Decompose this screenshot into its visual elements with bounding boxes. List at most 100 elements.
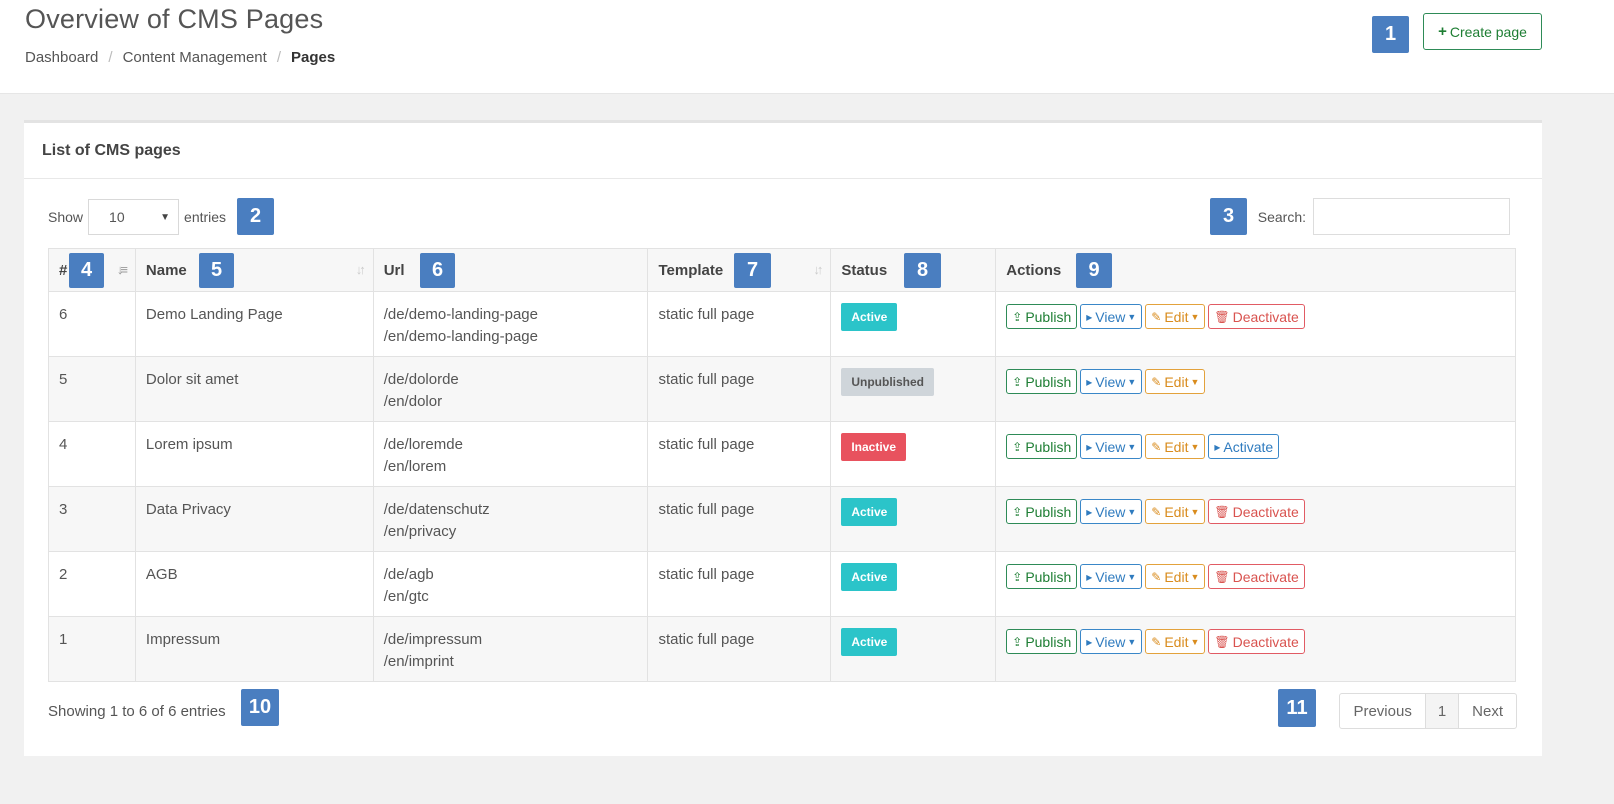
action-group: ⇪ Publish ▸ View ▼ ✎ Edit ▼ ▸ Activate	[1006, 434, 1505, 459]
callout-8: 8	[904, 253, 941, 288]
view-icon: ▸	[1086, 569, 1093, 584]
plus-icon: +	[1438, 23, 1447, 40]
edit-button[interactable]: ✎ Edit ▼	[1145, 369, 1206, 394]
caret-down-icon: ▼	[1190, 571, 1200, 582]
edit-button[interactable]: ✎ Edit ▼	[1145, 304, 1206, 329]
cell-status: Active	[830, 551, 997, 617]
edit-button[interactable]: ✎ Edit ▼	[1145, 434, 1206, 459]
cms-pages-panel: List of CMS pages Show 10 ▼ entries 2 3 …	[24, 120, 1542, 756]
publish-button[interactable]: ⇪ Publish	[1006, 629, 1078, 654]
callout-10: 10	[241, 689, 279, 726]
cell-name: Dolor sit amet	[134, 356, 374, 422]
publish-label: Publish	[1025, 438, 1072, 455]
column-header-name[interactable]: Name ↓↑	[134, 248, 374, 292]
cell-id: 6	[48, 291, 136, 357]
deactivate-button[interactable]: 🗑 Deactivate	[1208, 564, 1305, 589]
publish-icon: ⇪	[1012, 569, 1023, 584]
caret-down-icon: ▼	[1190, 441, 1200, 452]
caret-down-icon: ▼	[1127, 311, 1137, 322]
view-label: View	[1095, 633, 1126, 650]
deactivate-label: Deactivate	[1232, 633, 1299, 650]
action-group: ⇪ Publish ▸ View ▼ ✎ Edit ▼ 🗑 Deactivate	[1006, 499, 1505, 524]
edit-button[interactable]: ✎ Edit ▼	[1145, 499, 1206, 524]
cell-status: Unpublished	[830, 356, 997, 422]
pagination: Previous 1 Next	[1339, 693, 1517, 729]
pagination-next[interactable]: Next	[1459, 694, 1516, 728]
activate-label: Activate	[1223, 438, 1274, 455]
pagination-previous[interactable]: Previous	[1340, 694, 1424, 728]
column-header-url: Url	[372, 248, 649, 292]
edit-label: Edit	[1164, 633, 1189, 650]
view-label: View	[1095, 438, 1126, 455]
deactivate-button[interactable]: 🗑 Deactivate	[1208, 304, 1305, 329]
status-badge: Unpublished	[841, 368, 934, 396]
url-de: /de/loremde	[383, 436, 463, 453]
breadcrumb-content-management[interactable]: Content Management	[123, 49, 267, 66]
publish-button[interactable]: ⇪ Publish	[1006, 564, 1078, 589]
edit-icon: ✎	[1151, 504, 1162, 519]
pagination-page-1[interactable]: 1	[1424, 694, 1460, 728]
url-en: /en/gtc	[383, 588, 429, 605]
view-icon: ▸	[1086, 309, 1093, 324]
callout-5: 5	[199, 253, 234, 288]
create-page-button[interactable]: + Create page	[1423, 13, 1542, 50]
deactivate-label: Deactivate	[1232, 503, 1299, 520]
caret-down-icon: ▼	[1127, 441, 1137, 452]
table-row: 3 Data Privacy/de/datenschutz/en/privacy s…	[48, 486, 1516, 552]
deactivate-icon: 🗑	[1214, 634, 1230, 649]
cell-id: 4	[48, 421, 136, 487]
callout-2: 2	[237, 198, 274, 235]
cell-actions: ⇪ Publish ▸ View ▼ ✎ Edit ▼ 🗑 Deactivate	[995, 291, 1516, 357]
deactivate-button[interactable]: 🗑 Deactivate	[1208, 499, 1305, 524]
breadcrumb-dashboard[interactable]: Dashboard	[25, 49, 98, 66]
edit-label: Edit	[1164, 438, 1189, 455]
activate-button[interactable]: ▸ Activate	[1208, 434, 1280, 459]
search-input[interactable]	[1313, 198, 1510, 235]
cell-name: Impressum	[134, 616, 374, 682]
publish-button[interactable]: ⇪ Publish	[1006, 369, 1078, 394]
view-button[interactable]: ▸ View ▼	[1080, 304, 1143, 329]
table-row: 4 Lorem ipsum/de/loremde/en/lorem static f…	[48, 421, 1516, 487]
deactivate-button[interactable]: 🗑 Deactivate	[1208, 629, 1305, 654]
view-label: View	[1095, 308, 1126, 325]
publish-button[interactable]: ⇪ Publish	[1006, 304, 1078, 329]
show-label: Show	[48, 209, 84, 225]
view-button[interactable]: ▸ View ▼	[1080, 499, 1143, 524]
edit-label: Edit	[1164, 568, 1189, 585]
deactivate-icon: 🗑	[1214, 504, 1230, 519]
view-button[interactable]: ▸ View ▼	[1080, 434, 1143, 459]
publish-button[interactable]: ⇪ Publish	[1006, 434, 1078, 459]
cell-template: static full page	[647, 486, 832, 552]
entries-label: entries	[184, 209, 227, 225]
cell-actions: ⇪ Publish ▸ View ▼ ✎ Edit ▼ ▸ Activate	[995, 421, 1516, 487]
url-de: /de/dolorde	[383, 371, 459, 388]
sort-icon: ↓↑	[813, 262, 823, 277]
view-button[interactable]: ▸ View ▼	[1080, 629, 1143, 654]
callout-4: 4	[69, 253, 104, 288]
entries-length-select[interactable]: 10 ▼	[88, 199, 180, 235]
edit-icon: ✎	[1151, 309, 1162, 324]
publish-label: Publish	[1025, 373, 1072, 390]
cell-name: AGB	[134, 551, 374, 617]
sort-icon: ↓↑	[355, 262, 366, 277]
view-button[interactable]: ▸ View ▼	[1080, 369, 1143, 394]
view-button[interactable]: ▸ View ▼	[1080, 564, 1143, 589]
callout-7: 7	[734, 253, 771, 288]
publish-button[interactable]: ⇪ Publish	[1006, 499, 1078, 524]
action-group: ⇪ Publish ▸ View ▼ ✎ Edit ▼ 🗑 Deactivate	[1006, 304, 1505, 329]
view-label: View	[1095, 373, 1126, 390]
cell-url: /de/loremde/en/lorem	[372, 421, 649, 487]
caret-down-icon: ▼	[1127, 376, 1137, 387]
cell-url: /de/impressum/en/imprint	[372, 616, 649, 682]
table-row: 1 Impressum/de/impressum/en/imprint static…	[48, 616, 1516, 682]
cell-actions: ⇪ Publish ▸ View ▼ ✎ Edit ▼	[995, 356, 1516, 422]
publish-icon: ⇪	[1012, 634, 1023, 649]
caret-down-icon: ▼	[1190, 311, 1200, 322]
status-badge: Active	[841, 628, 898, 656]
caret-down-icon: ▼	[1190, 376, 1200, 387]
cell-template: static full page	[647, 291, 832, 357]
edit-button[interactable]: ✎ Edit ▼	[1145, 564, 1206, 589]
edit-button[interactable]: ✎ Edit ▼	[1145, 629, 1206, 654]
search-label: Search:	[1257, 208, 1306, 225]
edit-icon: ✎	[1151, 569, 1162, 584]
